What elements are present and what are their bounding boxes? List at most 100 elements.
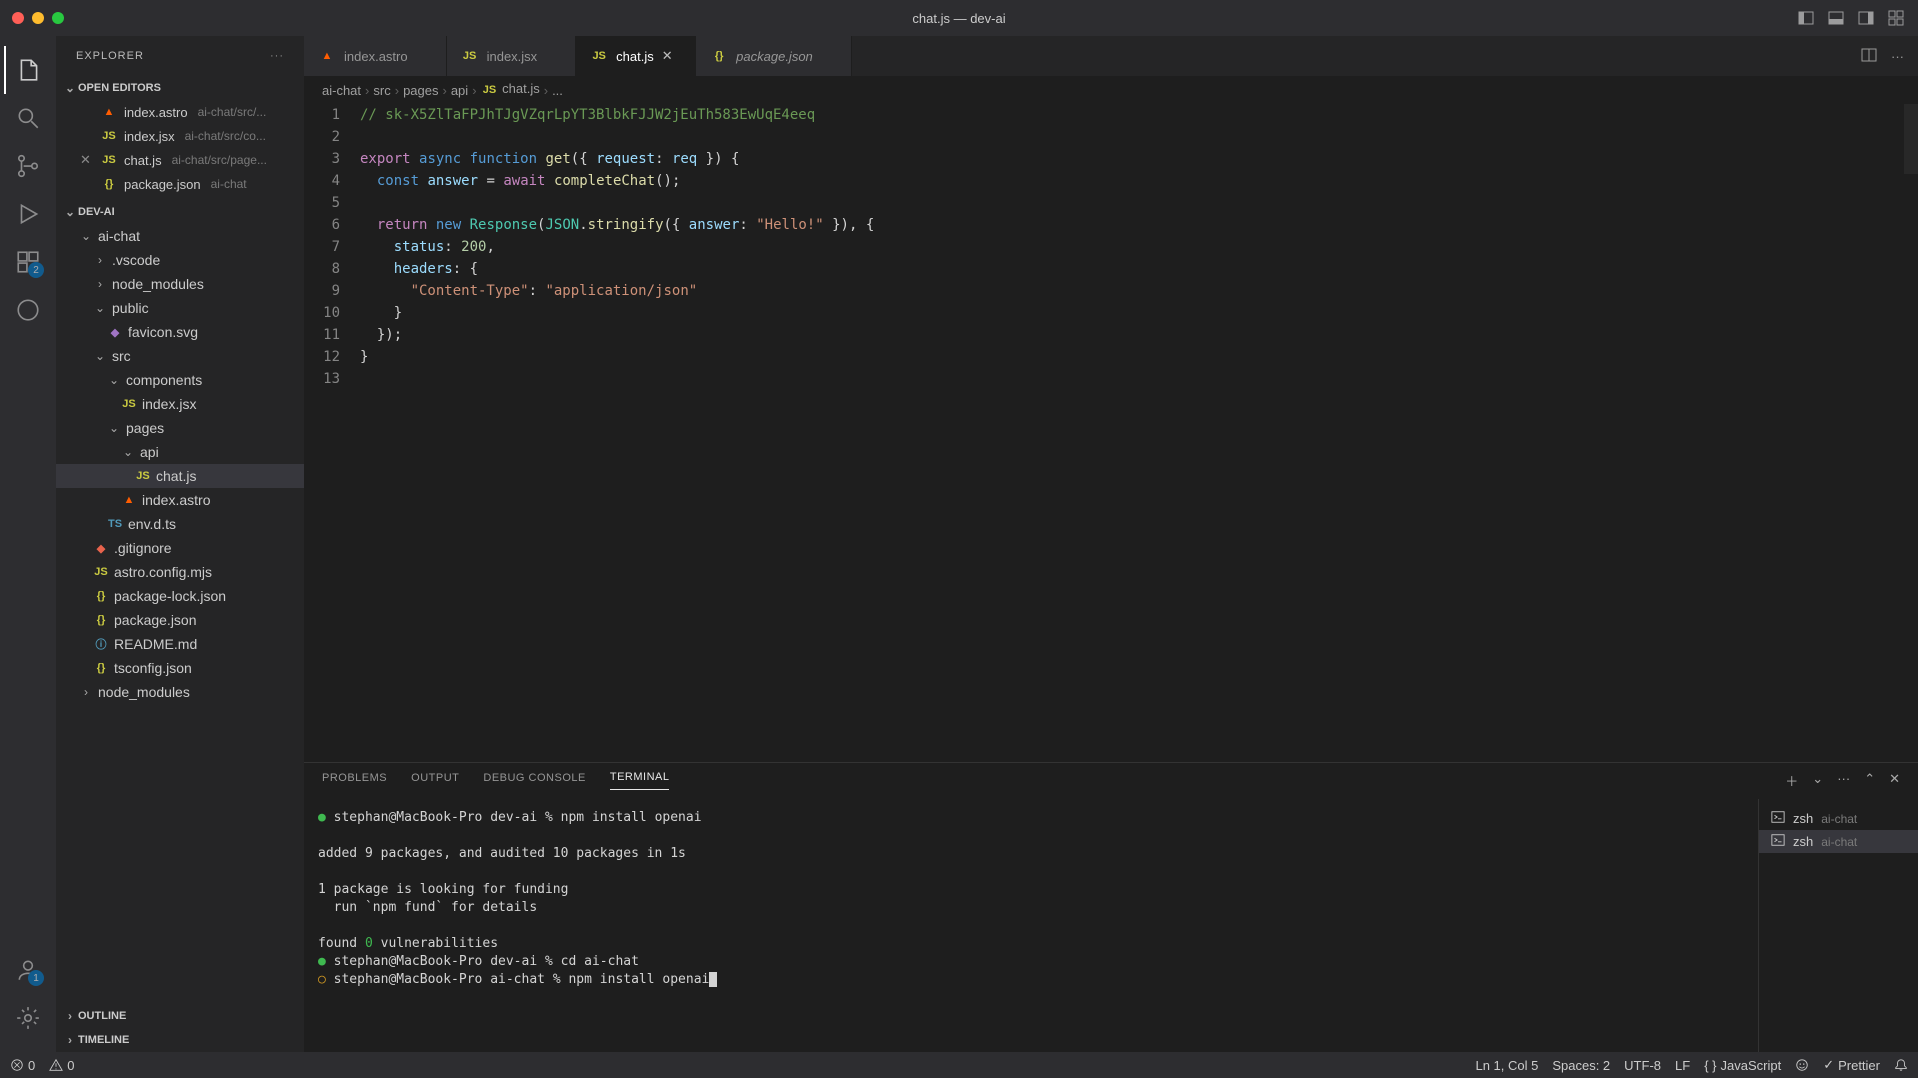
tree-item[interactable]: ⌄ api xyxy=(56,440,304,464)
close-icon[interactable]: ✕ xyxy=(80,152,94,168)
tab-label: index.jsx xyxy=(487,49,538,64)
maximize-panel-icon[interactable]: ⌃ xyxy=(1864,771,1875,790)
status-feedback-icon[interactable] xyxy=(1795,1058,1809,1072)
open-editors-header[interactable]: ⌄ OPEN EDITORS xyxy=(56,76,304,100)
minimap[interactable] xyxy=(1904,104,1918,762)
activity-extensions[interactable]: 2 xyxy=(4,238,52,286)
status-notifications-icon[interactable] xyxy=(1894,1058,1908,1072)
status-prettier[interactable]: ✓ Prettier xyxy=(1823,1057,1880,1073)
breadcrumb-segment[interactable]: src xyxy=(373,83,390,98)
panel-tab[interactable]: PROBLEMS xyxy=(322,772,387,790)
breadcrumb[interactable]: ai-chat› src› pages› api›JS chat.js› ... xyxy=(304,76,1918,104)
activity-edge[interactable] xyxy=(4,286,52,334)
extensions-badge: 2 xyxy=(28,262,44,278)
tree-item[interactable]: ▲ index.astro xyxy=(56,488,304,512)
status-eol[interactable]: LF xyxy=(1675,1058,1690,1073)
panel-tab[interactable]: OUTPUT xyxy=(411,772,459,790)
tree-item[interactable]: › .vscode xyxy=(56,248,304,272)
status-warnings[interactable]: 0 xyxy=(49,1058,74,1073)
panel: PROBLEMSOUTPUTDEBUG CONSOLETERMINAL ＋ ⌄ … xyxy=(304,762,1918,1052)
activity-source-control[interactable] xyxy=(4,142,52,190)
open-editor-item[interactable]: ✕ JS chat.js ai-chat/src/page... xyxy=(56,148,304,172)
breadcrumb-segment[interactable]: ... xyxy=(552,83,563,98)
panel-more-icon[interactable]: ··· xyxy=(1837,771,1850,790)
tree-item-label: tsconfig.json xyxy=(114,660,192,676)
terminal-dropdown-icon[interactable]: ⌄ xyxy=(1812,771,1823,790)
chevron-right-icon: › xyxy=(442,83,446,98)
file-name: index.jsx xyxy=(124,129,175,144)
breadcrumb-segment[interactable]: api xyxy=(451,83,468,98)
tree-item[interactable]: ◆ .gitignore xyxy=(56,536,304,560)
breadcrumb-segment[interactable]: ai-chat xyxy=(322,83,361,98)
activity-accounts[interactable]: 1 xyxy=(4,946,52,994)
tree-item[interactable]: ⌄ public xyxy=(56,296,304,320)
tree-item[interactable]: JS astro.config.mjs xyxy=(56,560,304,584)
editor-tab[interactable]: {} package.json xyxy=(696,36,852,76)
customize-layout-icon[interactable] xyxy=(1888,10,1904,26)
open-editor-item[interactable]: JS index.jsx ai-chat/src/co... xyxy=(56,124,304,148)
accounts-badge: 1 xyxy=(28,970,44,986)
window-title: chat.js — dev-ai xyxy=(912,11,1005,26)
terminal-list-item[interactable]: zsh ai-chat xyxy=(1759,830,1918,853)
editor-tab[interactable]: JS chat.js ✕ xyxy=(576,36,696,76)
tree-item[interactable]: {} tsconfig.json xyxy=(56,656,304,680)
panel-tab[interactable]: TERMINAL xyxy=(610,771,670,790)
editor-tab[interactable]: ▲ index.astro xyxy=(304,36,447,76)
toggle-primary-sidebar-icon[interactable] xyxy=(1798,10,1814,26)
tree-item[interactable]: {} package.json xyxy=(56,608,304,632)
toggle-panel-icon[interactable] xyxy=(1828,10,1844,26)
activity-run-debug[interactable] xyxy=(4,190,52,238)
code-editor[interactable]: 12345678910111213 // sk-X5ZlTaFPJhTJgVZq… xyxy=(304,104,1918,762)
close-panel-icon[interactable]: ✕ xyxy=(1889,771,1900,790)
tree-item[interactable]: ⌄ src xyxy=(56,344,304,368)
window-maximize-icon[interactable] xyxy=(52,12,64,24)
status-encoding[interactable]: UTF-8 xyxy=(1624,1058,1661,1073)
tree-item[interactable]: JS index.jsx xyxy=(56,392,304,416)
terminal-shell: zsh xyxy=(1793,811,1813,826)
terminal-list-item[interactable]: zsh ai-chat xyxy=(1759,807,1918,830)
tree-item[interactable]: › node_modules xyxy=(56,680,304,704)
status-language[interactable]: { } JavaScript xyxy=(1704,1058,1781,1073)
status-cursor[interactable]: Ln 1, Col 5 xyxy=(1475,1058,1538,1073)
breadcrumb-segment[interactable]: pages xyxy=(403,83,438,98)
editor-tab[interactable]: JS index.jsx xyxy=(447,36,577,76)
sidebar: EXPLORER ··· ⌄ OPEN EDITORS ▲ index.astr… xyxy=(56,36,304,1052)
activity-settings[interactable] xyxy=(4,994,52,1042)
file-name: package.json xyxy=(124,177,201,192)
open-editor-item[interactable]: ▲ index.astro ai-chat/src/... xyxy=(56,100,304,124)
terminal-list: zsh ai-chat zsh ai-chat xyxy=(1758,799,1918,1052)
new-terminal-icon[interactable]: ＋ xyxy=(1785,771,1798,790)
chevron-down-icon: ⌄ xyxy=(62,81,78,95)
tree-item[interactable]: ⓘ README.md xyxy=(56,632,304,656)
activity-explorer[interactable] xyxy=(4,46,52,94)
outline-header[interactable]: › OUTLINE xyxy=(56,1004,304,1028)
timeline-header[interactable]: › TIMELINE xyxy=(56,1028,304,1052)
window-close-icon[interactable] xyxy=(12,12,24,24)
status-errors[interactable]: 0 xyxy=(10,1058,35,1073)
tree-item[interactable]: ⌄ components xyxy=(56,368,304,392)
tree-item[interactable]: {} package-lock.json xyxy=(56,584,304,608)
activity-search[interactable] xyxy=(4,94,52,142)
close-icon[interactable]: ✕ xyxy=(662,48,678,64)
tree-item[interactable]: JS chat.js xyxy=(56,464,304,488)
breadcrumb-segment[interactable]: JS chat.js xyxy=(481,81,540,99)
tree-item[interactable]: ⌄ ai-chat xyxy=(56,224,304,248)
tree-item[interactable]: › node_modules xyxy=(56,272,304,296)
tree-item[interactable]: TS env.d.ts xyxy=(56,512,304,536)
split-editor-icon[interactable] xyxy=(1861,47,1877,66)
open-editor-item[interactable]: {} package.json ai-chat xyxy=(56,172,304,196)
sidebar-more-icon[interactable]: ··· xyxy=(270,50,284,62)
file-path: ai-chat/src/co... xyxy=(185,129,266,143)
tree-item[interactable]: ◆ favicon.svg xyxy=(56,320,304,344)
tree-item-label: favicon.svg xyxy=(128,324,198,340)
window-minimize-icon[interactable] xyxy=(32,12,44,24)
status-indent[interactable]: Spaces: 2 xyxy=(1552,1058,1610,1073)
tree-item[interactable]: ⌄ pages xyxy=(56,416,304,440)
terminal[interactable]: ● stephan@MacBook-Pro dev-ai % npm insta… xyxy=(304,799,1758,1052)
tab-more-icon[interactable]: ··· xyxy=(1891,49,1904,64)
toggle-secondary-sidebar-icon[interactable] xyxy=(1858,10,1874,26)
chevron-right-icon: › xyxy=(62,1009,78,1023)
workspace-header[interactable]: ⌄ DEV-AI xyxy=(56,200,304,224)
panel-tab[interactable]: DEBUG CONSOLE xyxy=(483,772,585,790)
status-bar: 0 0 Ln 1, Col 5 Spaces: 2 UTF-8 LF { } J… xyxy=(0,1052,1918,1078)
